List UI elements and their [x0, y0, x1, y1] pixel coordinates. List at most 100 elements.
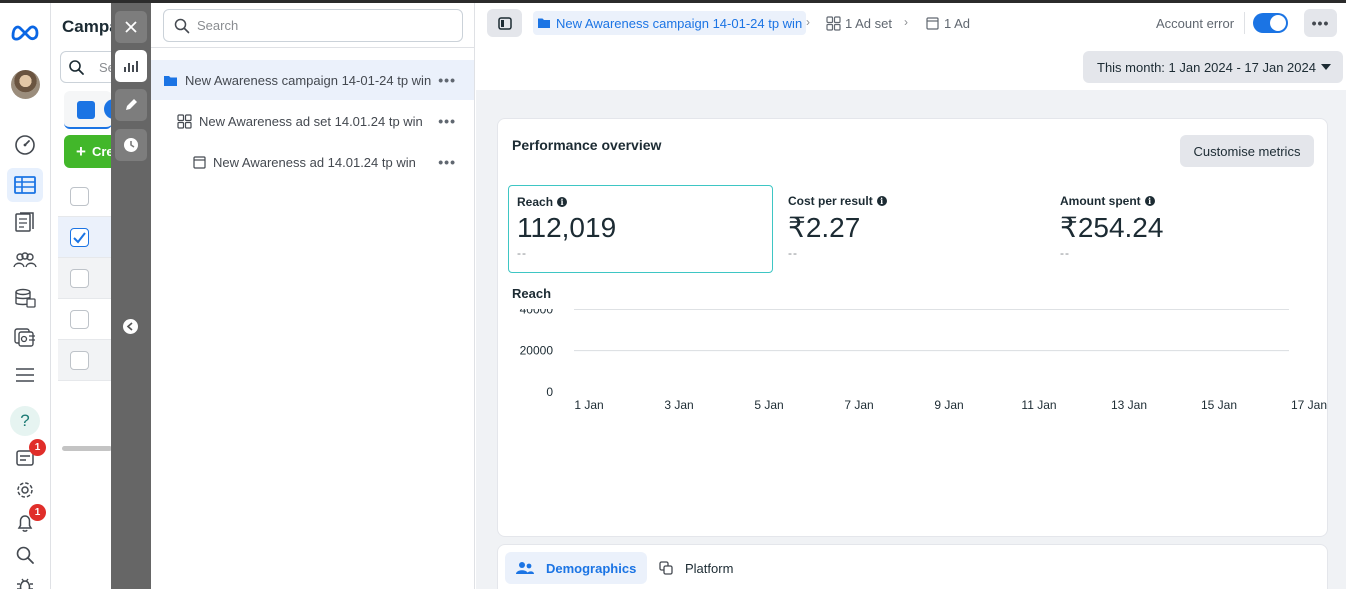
row-checkbox[interactable]	[70, 310, 89, 329]
campaigns-tab-icon	[77, 101, 95, 119]
x-tick-label: 15 Jan	[1201, 398, 1237, 412]
search-icon	[174, 18, 190, 33]
tree-item-label: New Awareness ad set 14.01.24 tp win	[199, 113, 423, 129]
x-tick-label: 7 Jan	[844, 398, 873, 412]
creative-library-icon[interactable]	[12, 324, 38, 350]
x-tick-label: 13 Jan	[1111, 398, 1147, 412]
x-tick-label: 9 Jan	[934, 398, 963, 412]
customise-metrics-button[interactable]: Customise metrics	[1180, 135, 1314, 167]
tree-item-campaign[interactable]: New Awareness campaign 14-01-24 tp win •…	[151, 60, 474, 100]
metric-label-text: Reach	[517, 195, 554, 209]
metric-reach[interactable]: Reach i 112,019 --	[508, 185, 773, 273]
campaign-on-off-toggle[interactable]	[1253, 13, 1288, 33]
breadcrumb-ad[interactable]: 1 Ad	[926, 11, 970, 35]
metric-amount-spent[interactable]: Amount spent i ₹254.24 --	[1052, 185, 1317, 273]
date-range-dropdown[interactable]: This month: 1 Jan 2024 - 17 Jan 2024	[1083, 51, 1343, 83]
ad-page-icon	[193, 155, 206, 169]
insights-chart-icon[interactable]	[115, 50, 147, 82]
help-icon[interactable]: ?	[10, 406, 40, 436]
meta-logo-icon[interactable]	[10, 19, 40, 45]
tree-item-adset[interactable]: New Awareness ad set 14.01.24 tp win •••	[151, 101, 474, 141]
table-row[interactable]	[58, 299, 118, 340]
main-content: New Awareness campaign 14-01-24 tp win ›…	[476, 3, 1346, 589]
sidepanel-icon	[497, 16, 512, 30]
more-options-button[interactable]: •••	[1304, 9, 1337, 37]
breadcrumb-bar: New Awareness campaign 14-01-24 tp win ›…	[476, 3, 1346, 43]
tab-demographics-label: Demographics	[546, 560, 637, 576]
tab-platform[interactable]: Platform	[648, 552, 744, 584]
performance-overview-title: Performance overview	[512, 137, 662, 153]
info-icon[interactable]: i	[1144, 196, 1155, 206]
campaigns-table-icon[interactable]	[7, 168, 43, 202]
metric-label-text: Amount spent	[1060, 194, 1141, 208]
checkmark-icon	[73, 232, 86, 244]
tree-search-input[interactable]	[197, 18, 447, 33]
folder-icon	[538, 18, 550, 28]
row-checkbox[interactable]	[70, 269, 89, 288]
avatar[interactable]	[11, 70, 40, 99]
breakdown-card: Demographics Platform	[497, 544, 1328, 589]
metric-label: Reach i	[517, 195, 764, 209]
x-tick-label: 11 Jan	[1021, 398, 1056, 412]
metric-label: Amount spent i	[1060, 194, 1309, 208]
chevron-right-icon: ›	[806, 15, 810, 29]
x-tick-label: 5 Jan	[754, 398, 783, 412]
tree-item-ad[interactable]: New Awareness ad 14.01.24 tp win •••	[151, 142, 474, 182]
row-checkbox-checked[interactable]	[70, 228, 89, 247]
more-options-icon[interactable]: •••	[438, 113, 456, 129]
metric-cost-per-result[interactable]: Cost per result i ₹2.27 --	[780, 185, 1045, 273]
folder-icon	[163, 74, 178, 87]
dashboard-gauge-icon[interactable]	[12, 132, 38, 158]
tab-demographics[interactable]: Demographics	[505, 552, 648, 584]
row-checkbox[interactable]	[70, 351, 89, 370]
account-status-label: Account error	[1156, 16, 1235, 31]
toggle-sidepanel-button[interactable]	[487, 9, 522, 37]
history-clock-icon[interactable]	[115, 129, 147, 161]
settings-gear-icon[interactable]	[12, 477, 38, 503]
notifications-inbox-icon[interactable]: 1	[12, 439, 46, 471]
breadcrumb-campaign[interactable]: New Awareness campaign 14-01-24 tp win	[533, 11, 807, 35]
more-options-icon[interactable]: •••	[438, 72, 456, 88]
divider	[1244, 12, 1245, 34]
ad-pages-icon[interactable]	[12, 209, 38, 235]
inbox-badge: 1	[29, 439, 46, 456]
reach-line-chart: 02000040000600001 Jan3 Jan5 Jan7 Jan9 Ja…	[520, 309, 1327, 412]
metric-label: Cost per result i	[788, 194, 1037, 208]
metric-delta: --	[788, 246, 798, 260]
date-range-label: This month: 1 Jan 2024 - 17 Jan 2024	[1097, 59, 1316, 75]
table-header-row	[58, 176, 118, 217]
info-icon[interactable]: i	[557, 197, 568, 207]
audiences-icon[interactable]	[12, 247, 38, 273]
tree-search-box[interactable]	[163, 9, 463, 42]
close-icon[interactable]	[115, 11, 147, 43]
metric-label-text: Cost per result	[788, 194, 873, 208]
adset-grid-icon	[826, 15, 841, 31]
tab-platform-label: Platform	[685, 560, 734, 576]
edit-pencil-icon[interactable]	[115, 89, 147, 121]
ad-page-icon	[926, 16, 939, 30]
caret-down-icon	[1321, 64, 1331, 70]
table-row[interactable]	[58, 258, 118, 299]
breadcrumb-ad-label: 1 Ad	[944, 15, 971, 31]
search-icon	[69, 60, 84, 75]
search-icon[interactable]	[12, 542, 38, 568]
performance-overview-card: Performance overview Customise metrics R…	[497, 118, 1328, 537]
chart-title: Reach	[512, 286, 552, 301]
more-options-icon[interactable]: •••	[438, 154, 456, 170]
alerts-bell-icon[interactable]: 1	[12, 504, 46, 536]
table-row[interactable]	[58, 217, 118, 258]
y-tick-label: 40000	[520, 309, 554, 316]
campaigns-background-panel: Campaigns Search +Create	[52, 3, 154, 589]
breadcrumb-adset[interactable]: 1 Ad set	[826, 11, 892, 35]
tree-item-label: New Awareness campaign 14-01-24 tp win	[185, 72, 432, 88]
tab-campaigns[interactable]	[64, 91, 124, 129]
menu-lines-icon[interactable]	[12, 362, 38, 388]
table-row[interactable]	[58, 340, 118, 381]
bug-report-icon[interactable]	[12, 573, 38, 589]
select-all-checkbox[interactable]	[70, 187, 89, 206]
horizontal-scrollbar[interactable]	[62, 446, 112, 451]
collapse-arrow-icon[interactable]	[123, 319, 138, 334]
info-icon[interactable]: i	[876, 196, 887, 206]
billing-stack-icon[interactable]	[12, 285, 38, 311]
bell-badge: 1	[29, 504, 46, 521]
